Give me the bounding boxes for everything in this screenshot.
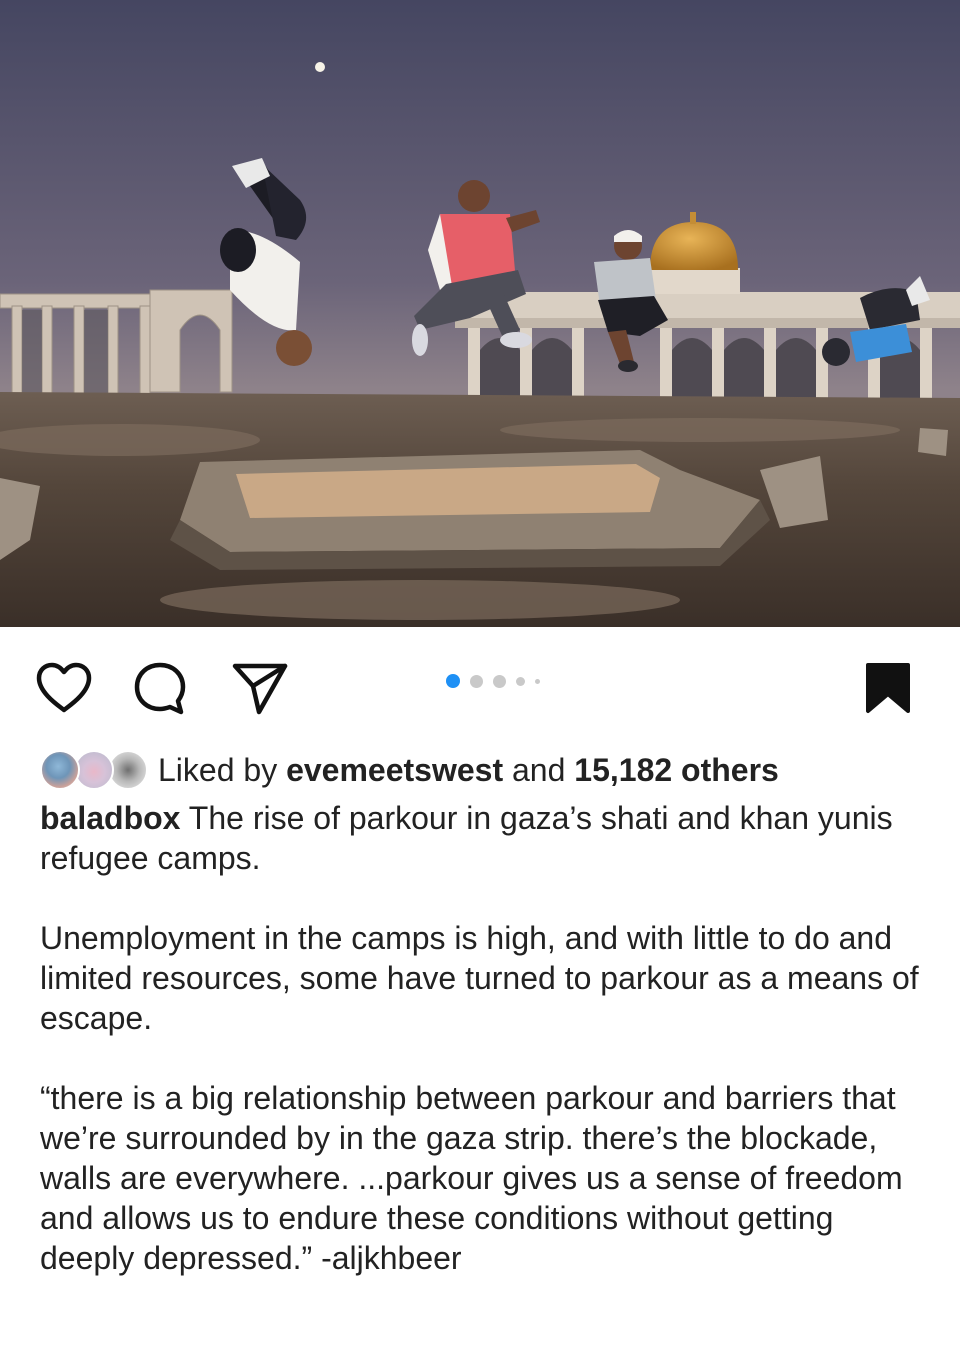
post-action-bar — [0, 640, 960, 740]
author-username-link[interactable]: baladbox — [40, 800, 180, 836]
carousel-indicator — [446, 674, 540, 688]
carousel-dot[interactable] — [446, 674, 460, 688]
avatar[interactable] — [40, 750, 80, 790]
heart-icon — [36, 662, 92, 713]
carousel-dot[interactable] — [470, 674, 483, 688]
carousel-dot[interactable] — [516, 676, 525, 686]
caption-paragraph: Unemployment in the camps is high, and w… — [40, 920, 919, 1036]
photo-illustration — [0, 0, 960, 627]
bookmark-filled-icon — [866, 663, 910, 713]
liker-avatars[interactable] — [40, 748, 152, 792]
caption-first-paragraph: baladbox The rise of parkour in gaza’s s… — [40, 798, 920, 878]
avatar[interactable] — [108, 750, 148, 790]
paper-plane-icon — [232, 663, 288, 715]
comment-icon — [134, 662, 186, 715]
save-button[interactable] — [858, 658, 918, 718]
likes-summary: Liked by evemeetswest and 15,182 others — [158, 752, 779, 789]
avatar[interactable] — [74, 750, 114, 790]
likes-connector: and — [512, 751, 566, 788]
likes-prefix: Liked by — [158, 751, 278, 788]
likes-row: Liked by evemeetswest and 15,182 others — [40, 744, 779, 796]
carousel-dot[interactable] — [535, 678, 540, 684]
post-caption: baladbox The rise of parkour in gaza’s s… — [40, 798, 920, 1278]
post-photo[interactable] — [0, 0, 960, 627]
carousel-dot[interactable] — [493, 674, 506, 688]
likes-count-link[interactable]: 15,182 others — [574, 752, 779, 788]
share-button[interactable] — [230, 658, 290, 718]
comment-button[interactable] — [130, 658, 190, 718]
like-button[interactable] — [34, 658, 94, 718]
liker-username-link[interactable]: evemeetswest — [286, 752, 503, 788]
caption-quote: “there is a big relationship between par… — [40, 1080, 903, 1276]
